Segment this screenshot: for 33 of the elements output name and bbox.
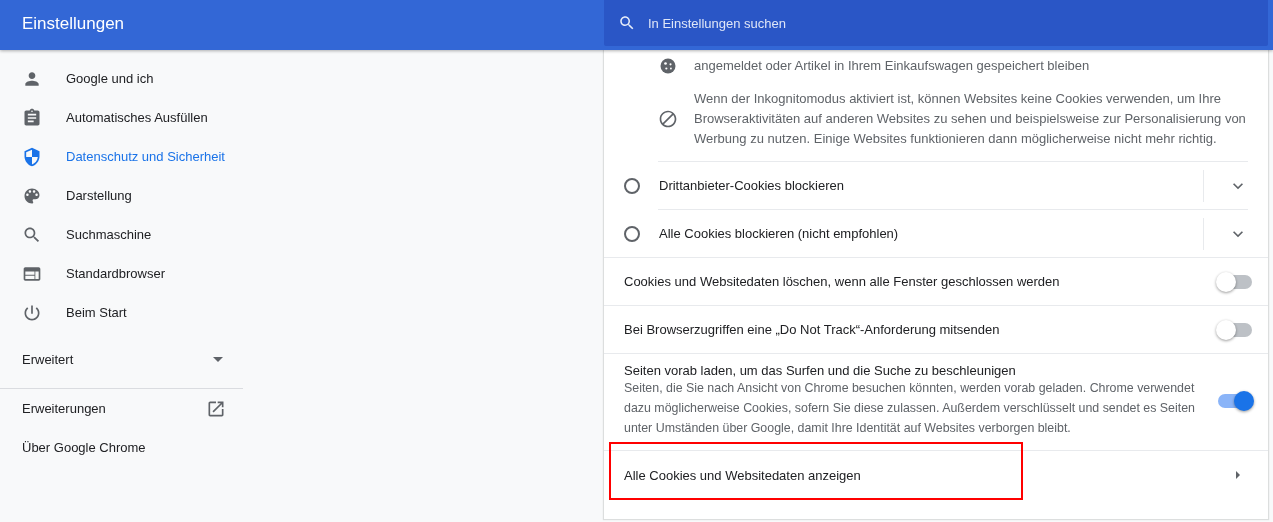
sidebar-item[interactable]: Suchmaschine	[0, 215, 243, 254]
setting-link[interactable]: Alle Cookies und Websitedaten anzeigen	[624, 467, 1236, 483]
caret-icon	[213, 357, 223, 362]
sidebar-item[interactable]: Google und ich	[0, 59, 243, 98]
radio-button[interactable]	[624, 225, 640, 242]
sidebar-item[interactable]: Automatisches Ausfüllen	[0, 98, 243, 137]
radio-button[interactable]	[624, 177, 640, 194]
info-text: angemeldet oder Artikel in Ihrem Einkaufswagen gespeichert bleiben	[694, 57, 1090, 75]
cookie-icon	[658, 56, 678, 76]
sidebar-link[interactable]: Über Google Chrome	[0, 428, 243, 467]
toggle-switch[interactable]	[1218, 322, 1252, 337]
setting-label: Cookies und Websitedaten löschen, wenn alle Fenster geschlossen werden	[624, 274, 1061, 289]
page-title: Einstellungen	[21, 14, 126, 34]
advanced-toggle[interactable]: Erweitert	[0, 340, 243, 379]
sidebar-item[interactable]: Datenschutz und Sicherheit	[0, 137, 243, 176]
toggle-switch[interactable]	[1218, 274, 1252, 289]
search-field[interactable]: In Einstellungen suchen	[604, 0, 1268, 46]
sidebar-item[interactable]: Darstellung	[0, 176, 243, 215]
shield-icon	[22, 146, 42, 167]
setting-description: Seiten, die Sie nach Ansicht von Chrome besuchen könnten, werden vorab geladen. Chrome verwendet dazu möglicherweise Cookies, sofern Sie diese zulassen. Außerdem verschlüsselt und sendet es Seiten unter Umständen über Google, damit Ihre Identität auf Websites verborgen bleibt.	[624, 380, 1196, 437]
arrow-right-icon	[1236, 471, 1240, 479]
option-label: Alle Cookies blockieren (nicht empfohlen)	[659, 226, 900, 241]
toggle-switch[interactable]	[1218, 393, 1252, 408]
setting-label: Seiten vorab laden, um das Surfen und die Suche zu beschleunigen	[624, 363, 1017, 378]
setting-label: Bei Browserzugriffen eine „Do Not Track“-Anforderung mitsenden	[624, 322, 1001, 337]
sidebar-item[interactable]: Beim Start	[0, 293, 243, 332]
sidebar-item[interactable]: Standardbrowser	[0, 254, 243, 293]
search-icon	[618, 14, 636, 32]
block-icon	[658, 109, 678, 129]
clipboard-icon	[22, 107, 42, 128]
option-label: Drittanbieter-Cookies blockieren	[659, 178, 845, 193]
info-text: Wenn der Inkognitomodus aktiviert ist, können Websites keine Cookies verwenden, um Ihre Browseraktivitäten auf anderen Websites zu sehen und beispielsweise zur Personalisierung von Werbung zu nutzen. Einige Websites funktionieren dann möglicherweise nicht mehr richtig.	[694, 90, 1247, 148]
sidebar-link[interactable]: Erweiterungen	[0, 389, 243, 428]
